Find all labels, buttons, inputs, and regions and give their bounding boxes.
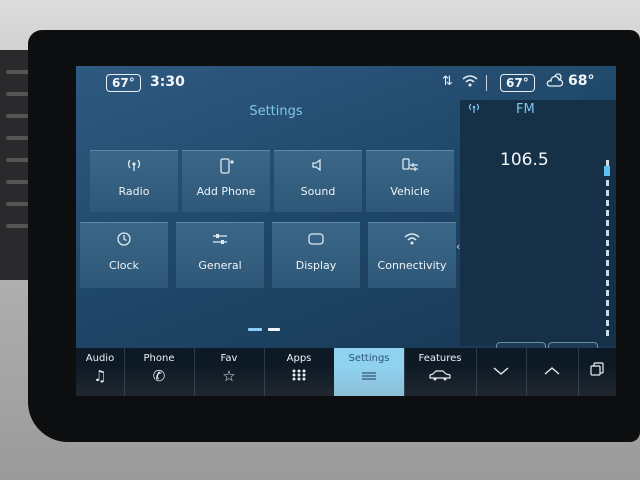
copy-screens-icon: [578, 362, 616, 379]
car-icon: [404, 368, 476, 384]
tile-connectivity[interactable]: Connectivity: [368, 222, 456, 288]
radio-antenna-icon: [90, 158, 178, 176]
tile-label: Add Phone: [196, 185, 256, 198]
sliders-icon: [176, 232, 264, 250]
tile-general[interactable]: General: [176, 222, 264, 288]
radio-signal-icon: [468, 103, 480, 116]
clock-time: 3:30: [150, 74, 185, 90]
tile-vehicle[interactable]: Vehicle: [366, 150, 454, 212]
nav-settings[interactable]: Settings: [334, 348, 405, 396]
tile-sound[interactable]: Sound: [274, 150, 362, 212]
tile-clock[interactable]: Clock: [80, 222, 168, 288]
status-divider: [486, 75, 487, 91]
nav-phone[interactable]: Phone ✆: [124, 348, 195, 396]
cabin-temp-right[interactable]: 67°: [500, 74, 535, 92]
wifi-icon: [368, 232, 456, 250]
radio-band: FM: [516, 102, 535, 117]
tile-label: Radio: [118, 185, 150, 198]
nav-label: Phone: [143, 353, 175, 364]
tile-label: Clock: [109, 259, 139, 272]
nav-features[interactable]: Features: [404, 348, 477, 396]
cloud-sun-icon: [546, 72, 566, 92]
bottom-navigation: Audio ♫ Phone ✆ Fav ☆ Apps Settings Feat…: [76, 348, 616, 396]
cabin-temp-left[interactable]: 67°: [106, 74, 141, 92]
nav-label: Features: [418, 353, 462, 364]
speaker-icon: [274, 158, 362, 176]
nav-scroll-down[interactable]: [476, 348, 527, 396]
page-indicator: [268, 328, 280, 331]
tile-add-phone[interactable]: Add Phone: [182, 150, 270, 212]
vehicle-settings-icon: [366, 158, 454, 176]
infotainment-screen: 67° 3:30 ⇅ 67° 68° Settings Radio Add Ph…: [76, 66, 616, 396]
clock-icon: [80, 232, 168, 250]
star-icon: ☆: [222, 367, 236, 385]
nav-apps[interactable]: Apps: [264, 348, 335, 396]
phone-icon: ✆: [152, 367, 166, 385]
chevron-up-icon: [526, 362, 578, 378]
tuning-marker: [604, 166, 610, 176]
nav-label: Apps: [286, 353, 312, 364]
tile-label: Sound: [300, 185, 336, 198]
tile-radio[interactable]: Radio: [90, 150, 178, 212]
nav-label: Settings: [348, 353, 390, 364]
radio-frequency: 106.5: [500, 150, 549, 170]
page-indicator-active: [248, 328, 262, 331]
nav-scroll-up[interactable]: [526, 348, 579, 396]
nav-label: Fav: [220, 353, 238, 364]
nav-label: Audio: [85, 353, 115, 364]
apps-grid-icon: [264, 368, 334, 384]
nav-screens[interactable]: [578, 348, 616, 396]
transfer-icon: ⇅: [442, 74, 453, 89]
tile-display[interactable]: Display: [272, 222, 360, 288]
radio-panel[interactable]: FM 106.5 ‹ ◀◀ ▶▶: [456, 100, 616, 372]
display-icon: [272, 232, 360, 250]
tuning-scale[interactable]: [606, 160, 609, 340]
nav-fav[interactable]: Fav ☆: [194, 348, 265, 396]
chevron-down-icon: [476, 362, 526, 378]
tile-label: Display: [295, 259, 337, 272]
page-title: Settings: [249, 104, 303, 119]
nav-audio[interactable]: Audio ♫: [76, 348, 125, 396]
add-phone-icon: [182, 158, 270, 176]
tile-label: General: [198, 259, 242, 272]
outside-temperature: 68°: [568, 73, 595, 89]
wifi-hotspot-icon: [462, 74, 478, 91]
music-note-icon: ♫: [93, 367, 107, 385]
tile-label: Connectivity: [377, 259, 447, 272]
status-bar: 67° 3:30 ⇅ 67° 68°: [76, 66, 616, 100]
tile-label: Vehicle: [390, 185, 430, 198]
panel-collapse-icon[interactable]: ‹: [456, 240, 460, 253]
settings-list-icon: [334, 368, 404, 384]
